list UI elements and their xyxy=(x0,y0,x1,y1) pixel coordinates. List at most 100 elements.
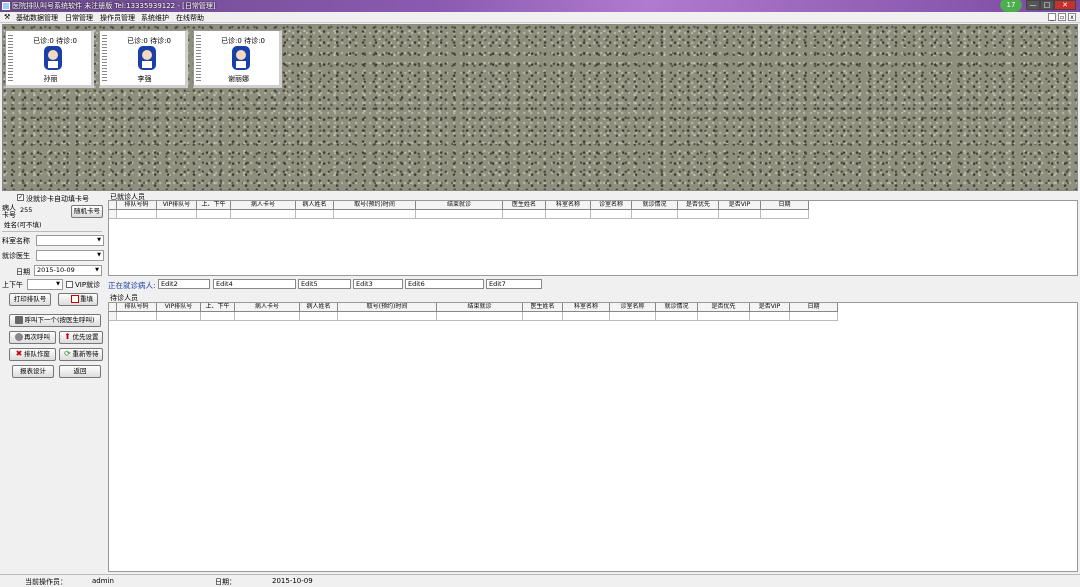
refresh-icon: ⟳ xyxy=(64,349,71,358)
col-header[interactable]: 病人卡号 xyxy=(231,201,296,210)
menu-bar: ⚒ 基础数据管理 日常管理 操作员管理 系统维护 在线帮助 _ ▫ x xyxy=(0,12,1080,23)
doctor-icon xyxy=(232,46,250,70)
col-header[interactable]: 病人姓名 xyxy=(296,201,334,210)
col-header[interactable]: 就诊情况 xyxy=(656,303,698,312)
print-ticket-button[interactable]: 打印排队号 xyxy=(9,293,51,306)
col-header[interactable]: 结束就诊 xyxy=(416,201,503,210)
doctor-name: 谢丽娜 xyxy=(228,75,249,83)
ampm-select[interactable] xyxy=(27,279,63,290)
current-doctor-field[interactable]: Edit6 xyxy=(405,279,484,289)
doctor-card[interactable]: 已诊:0 待诊:0 孙丽 xyxy=(5,30,94,88)
priority-button[interactable]: ⬆ 优先设置 xyxy=(59,331,103,344)
doctor-card[interactable]: 已诊:0 待诊:0 李强 xyxy=(99,30,188,88)
col-header[interactable]: 病人姓名 xyxy=(300,303,338,312)
report-design-button[interactable]: 报表设计 xyxy=(12,365,54,378)
menu-help[interactable]: 在线帮助 xyxy=(176,13,204,23)
patient-name-field[interactable] xyxy=(36,221,102,232)
col-header[interactable]: 上、下午 xyxy=(197,201,231,210)
clear-button[interactable]: 重填 xyxy=(58,293,98,306)
card-no-field[interactable]: 255 xyxy=(18,206,70,217)
x-icon: ✖ xyxy=(15,349,23,358)
doctor-stats: 已诊:0 待诊:0 xyxy=(33,37,77,45)
operator-value: admin xyxy=(92,577,114,585)
col-header[interactable]: 是否VIP xyxy=(719,201,761,210)
speaker-icon xyxy=(15,316,24,324)
status-bar: 当前操作员： admin 日期： 2015-10-09 xyxy=(0,574,1080,586)
col-header[interactable]: 病人卡号 xyxy=(235,303,300,312)
ampm-label: 上下午 xyxy=(2,281,23,289)
call-next-button[interactable]: 呼叫下一个(按医生呼叫) xyxy=(9,314,101,327)
col-header[interactable]: 是否VIP xyxy=(750,303,790,312)
doctor-label: 就诊医生 xyxy=(2,252,30,260)
mdi-minimize-button[interactable]: _ xyxy=(1048,13,1056,21)
menu-daily[interactable]: 日常管理 xyxy=(65,13,93,23)
table-row[interactable] xyxy=(109,210,809,219)
current-card-no-field[interactable]: Edit4 xyxy=(213,279,296,289)
vip-checkbox[interactable] xyxy=(66,281,73,288)
doctor-panel: 已诊:0 待诊:0 孙丽 已诊:0 待诊:0 李强 已诊:0 待诊:0 谢丽娜 xyxy=(2,24,1078,191)
mdi-restore-button[interactable]: ▫ xyxy=(1058,13,1066,21)
current-dept-field[interactable]: Edit7 xyxy=(486,279,542,289)
back-button[interactable]: 返回 xyxy=(59,365,101,378)
current-patient-label: 正在就诊病人: xyxy=(108,281,156,290)
col-header[interactable]: 就诊情况 xyxy=(632,201,678,210)
mdi-close-button[interactable]: x xyxy=(1068,13,1076,21)
app-icon xyxy=(2,2,10,10)
speaker-icon xyxy=(15,333,23,341)
auto-card-label: 没就诊卡自动填卡号 xyxy=(26,195,89,203)
recall-button[interactable]: 再次呼叫 xyxy=(9,331,56,344)
title-bar: 医院排队叫号系统软件 未注册版 Tel:13335939122 - [日常管理]… xyxy=(0,0,1080,12)
date-picker[interactable]: 2015-10-09 xyxy=(34,265,102,276)
done-grid[interactable]: 排队号码 VIP排队号 上、下午 病人卡号 病人姓名 取号(预约)时间 结束就诊… xyxy=(108,200,1078,276)
col-header[interactable]: 取号(预约)时间 xyxy=(334,201,416,210)
doctor-icon xyxy=(138,46,156,70)
current-queue-no-field[interactable]: Edit2 xyxy=(158,279,210,289)
col-header[interactable]: 排队号码 xyxy=(117,201,157,210)
doctor-select[interactable] xyxy=(36,250,104,261)
grid-corner xyxy=(109,303,117,312)
minimize-button[interactable]: — xyxy=(1026,0,1040,10)
wait-grid[interactable]: 排队号码 VIP排队号 上、下午 病人卡号 病人姓名 取号(预约)时间 结束就诊… xyxy=(108,302,1078,572)
menu-system[interactable]: 系统维护 xyxy=(141,13,169,23)
doctor-name: 孙丽 xyxy=(43,75,58,83)
col-header[interactable]: 日期 xyxy=(790,303,838,312)
col-header[interactable]: 科室名称 xyxy=(546,201,591,210)
dept-select[interactable] xyxy=(36,235,104,246)
menu-operator[interactable]: 操作员管理 xyxy=(100,13,135,23)
grid-corner xyxy=(109,201,117,210)
col-header[interactable]: 医生姓名 xyxy=(503,201,546,210)
status-date-value: 2015-10-09 xyxy=(272,577,313,585)
dept-label: 科室名称 xyxy=(2,237,30,245)
requeue-button[interactable]: ⟳ 重新等待 xyxy=(59,348,103,361)
maximize-button[interactable]: □ xyxy=(1040,0,1054,10)
close-button[interactable]: ✕ xyxy=(1054,0,1076,10)
current-name-field[interactable]: Edit5 xyxy=(298,279,351,289)
wait-grid-header: 排队号码 VIP排队号 上、下午 病人卡号 病人姓名 取号(预约)时间 结束就诊… xyxy=(109,303,838,312)
table-row[interactable] xyxy=(109,312,838,321)
col-header[interactable]: 是否优先 xyxy=(678,201,719,210)
clear-icon xyxy=(71,295,79,303)
col-header[interactable]: 医生姓名 xyxy=(523,303,563,312)
arrow-up-icon: ⬆ xyxy=(64,332,71,341)
auto-card-checkbox[interactable]: ✓ xyxy=(17,194,24,201)
registration-panel: ✓ 没就诊卡自动填卡号 病人卡号 255 随机卡号 姓名(可不填) 科室名称 就… xyxy=(0,192,106,572)
date-label: 日期 xyxy=(16,268,30,276)
col-header[interactable]: 排队号码 xyxy=(117,303,157,312)
current-time-field[interactable]: Edit3 xyxy=(353,279,403,289)
col-header[interactable]: 是否优先 xyxy=(698,303,750,312)
col-header[interactable]: 诊室名称 xyxy=(591,201,632,210)
col-header[interactable]: 日期 xyxy=(761,201,809,210)
col-header[interactable]: 结束就诊 xyxy=(437,303,523,312)
col-header[interactable]: 诊室名称 xyxy=(610,303,656,312)
col-header[interactable]: 科室名称 xyxy=(563,303,610,312)
col-header[interactable]: VIP排队号 xyxy=(157,303,201,312)
menu-basic-data[interactable]: 基础数据管理 xyxy=(16,13,58,23)
col-header[interactable]: VIP排队号 xyxy=(157,201,197,210)
random-card-button[interactable]: 随机卡号 xyxy=(71,205,103,218)
col-header[interactable]: 上、下午 xyxy=(201,303,235,312)
doctor-card[interactable]: 已诊:0 待诊:0 谢丽娜 xyxy=(193,30,282,88)
col-header[interactable]: 取号(预约)时间 xyxy=(338,303,437,312)
notification-badge[interactable]: 17 xyxy=(1000,0,1022,12)
void-button[interactable]: ✖ 排队作废 xyxy=(9,348,56,361)
doctor-stats: 已诊:0 待诊:0 xyxy=(221,37,265,45)
